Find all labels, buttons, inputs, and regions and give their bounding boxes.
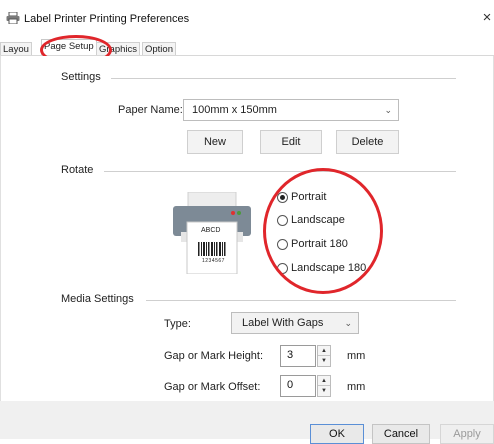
paper-name-select[interactable]: 100mm x 150mm ⌄ — [183, 99, 399, 121]
apply-button[interactable]: Apply — [440, 424, 494, 444]
title-bar: Label Printer Printing Preferences × — [0, 0, 494, 34]
dialog-footer: OK Cancel Apply — [0, 401, 494, 444]
window-title: Label Printer Printing Preferences — [24, 13, 190, 25]
gap-offset-unit: mm — [347, 381, 366, 393]
chevron-down-icon: ⌄ — [384, 105, 392, 115]
type-value: Label With Gaps — [242, 317, 324, 329]
media-group-label: Media Settings — [61, 293, 134, 305]
gap-offset-stepper[interactable]: ▲ ▼ — [317, 375, 331, 397]
paper-name-value: 100mm x 150mm — [192, 104, 277, 116]
rotate-group-label: Rotate — [61, 164, 94, 176]
type-label: Type: — [164, 318, 191, 330]
close-button[interactable]: × — [480, 8, 494, 28]
tab-layout[interactable]: Layou — [0, 42, 32, 56]
printer-barcode-number: 1234567 — [202, 258, 225, 264]
chevron-down-icon: ⌄ — [344, 318, 352, 328]
cancel-button[interactable]: Cancel — [372, 424, 430, 444]
paper-name-label: Paper Name: — [118, 104, 183, 116]
gap-offset-label: Gap or Mark Offset: — [164, 381, 261, 393]
ok-button[interactable]: OK — [310, 424, 364, 444]
gap-height-stepper[interactable]: ▲ ▼ — [317, 345, 331, 367]
gap-offset-value: 0 — [287, 379, 294, 391]
decrement-arrow-icon[interactable]: ▼ — [318, 386, 330, 396]
printer-icon — [6, 12, 20, 24]
gap-height-input[interactable]: 3 — [280, 345, 316, 367]
increment-arrow-icon[interactable]: ▲ — [318, 346, 330, 356]
gap-offset-input[interactable]: 0 — [280, 375, 316, 397]
settings-divider — [111, 78, 456, 79]
increment-arrow-icon[interactable]: ▲ — [318, 376, 330, 386]
tab-option[interactable]: Option — [142, 42, 176, 56]
annotation-circle-rotate — [263, 168, 383, 294]
edit-button[interactable]: Edit — [260, 130, 322, 154]
type-select[interactable]: Label With Gaps ⌄ — [231, 312, 359, 334]
rotate-divider — [104, 171, 456, 172]
decrement-arrow-icon[interactable]: ▼ — [318, 356, 330, 366]
gap-height-unit: mm — [347, 350, 366, 362]
settings-group-label: Settings — [61, 71, 101, 83]
delete-button[interactable]: Delete — [336, 130, 399, 154]
gap-height-label: Gap or Mark Height: — [164, 350, 264, 362]
gap-height-value: 3 — [287, 349, 294, 361]
new-button[interactable]: New — [187, 130, 243, 154]
printer-label-text: ABCD — [201, 227, 221, 234]
media-divider — [146, 300, 456, 301]
page-setup-panel: Settings Paper Name: 100mm x 150mm ⌄ New… — [0, 56, 494, 401]
